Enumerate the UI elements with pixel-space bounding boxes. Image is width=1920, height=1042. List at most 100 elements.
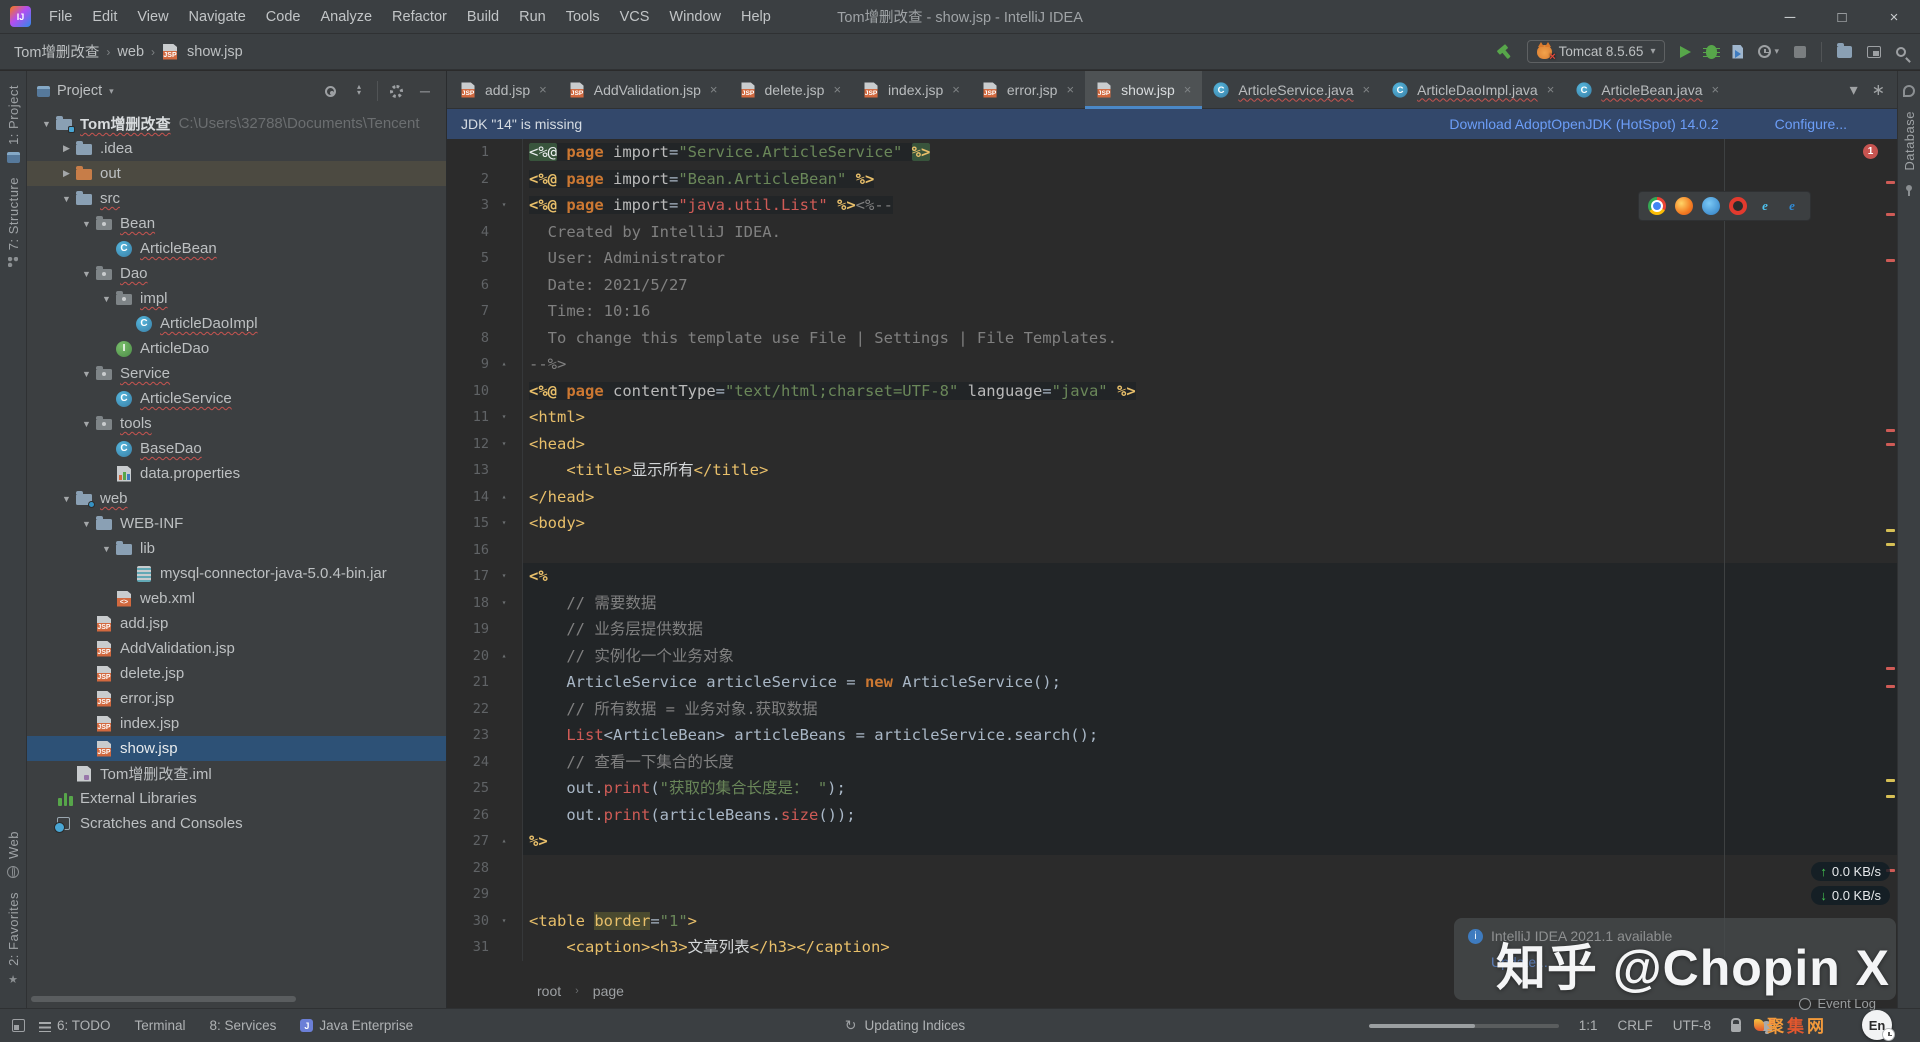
chevron-down-icon[interactable]: ▾ [1850, 80, 1858, 100]
sidebar-item-database[interactable]: Database [1902, 111, 1917, 171]
run-with-coverage-button[interactable] [1732, 45, 1743, 59]
status-item-8-services[interactable]: 8: Services [210, 1018, 277, 1033]
run-button[interactable] [1680, 46, 1691, 58]
close-icon[interactable]: × [952, 82, 960, 97]
horizontal-scrollbar[interactable] [31, 996, 296, 1002]
tree-item-index-jsp[interactable]: JSPindex.jsp [27, 711, 446, 736]
fold-marker-icon[interactable]: ▾ [489, 404, 519, 431]
tree-item-scratches-and-consoles[interactable]: Scratches and Consoles [27, 811, 446, 836]
tree-item-bean[interactable]: ▼Bean [27, 211, 446, 236]
safari-browser-icon[interactable] [1702, 197, 1720, 215]
fold-marker-icon[interactable]: ▴ [489, 643, 519, 670]
menu-build[interactable]: Build [457, 9, 509, 25]
restore-layout-button[interactable] [1867, 46, 1881, 58]
status-item-terminal[interactable]: Terminal [135, 1018, 186, 1033]
error-stripe[interactable] [1882, 139, 1897, 974]
menu-navigate[interactable]: Navigate [179, 9, 256, 25]
breadcrumb-item-tom[interactable]: Tom增删改查 [14, 41, 99, 62]
fold-marker-icon[interactable]: ▴ [489, 484, 519, 511]
sidebar-item-1-project[interactable]: 1: Project [0, 85, 26, 163]
tab-error-jsp[interactable]: JSPerror.jsp× [971, 71, 1085, 108]
tree-item-articlebean[interactable]: CArticleBean [27, 236, 446, 261]
tree-item-web-inf[interactable]: ▼WEB-INF [27, 511, 446, 536]
pin-icon[interactable] [1906, 185, 1912, 191]
menu-code[interactable]: Code [256, 9, 311, 25]
fold-marker-icon[interactable]: ▴ [489, 828, 519, 855]
recent-files-icon[interactable]: ∗ [1872, 80, 1885, 100]
close-button[interactable]: × [1868, 0, 1920, 34]
chevron-expanded-icon[interactable]: ▼ [97, 294, 116, 304]
close-icon[interactable]: × [1066, 82, 1074, 97]
tab-articleservice-java[interactable]: CArticleService.java× [1202, 71, 1381, 108]
tree-item-show-jsp[interactable]: JSPshow.jsp [27, 736, 446, 761]
tree-item-basedao[interactable]: CBaseDao [27, 436, 446, 461]
fold-marker-icon[interactable]: ▾ [489, 563, 519, 590]
fold-marker-icon[interactable]: ▾ [489, 431, 519, 458]
chevron-expanded-icon[interactable]: ▼ [57, 194, 76, 204]
tab-articlebean-java[interactable]: CArticleBean.java× [1565, 71, 1730, 108]
debug-button[interactable] [1706, 45, 1717, 59]
chevron-expanded-icon[interactable]: ▼ [77, 219, 96, 229]
gear-icon[interactable] [390, 85, 403, 98]
error-count-badge[interactable]: 1 [1863, 144, 1878, 159]
chevron-expanded-icon[interactable]: ▼ [77, 369, 96, 379]
maximize-button[interactable]: □ [1816, 0, 1868, 34]
toolwindow-switcher-icon[interactable] [12, 1019, 25, 1032]
close-icon[interactable]: × [1711, 82, 1719, 97]
tree-item-external-libraries[interactable]: External Libraries [27, 786, 446, 811]
tree-item-service[interactable]: ▼Service [27, 361, 446, 386]
tree-item-idea[interactable]: ▶.idea [27, 136, 446, 161]
tree-item-dao[interactable]: ▼Dao [27, 261, 446, 286]
tree-item-articleservice[interactable]: CArticleService [27, 386, 446, 411]
breadcrumb-item-web[interactable]: web [117, 44, 144, 60]
code-editor[interactable]: 1<%@ page import="Service.ArticleService… [447, 139, 1897, 974]
collapse-all-button[interactable]: ▴▾ [353, 84, 365, 98]
tree-item-impl[interactable]: ▼impl [27, 286, 446, 311]
tree-item-mysql-connector-java-5-0-4-bin-jar[interactable]: mysql-connector-java-5.0.4-bin.jar [27, 561, 446, 586]
sidebar-item-2-favorites[interactable]: 2: Favorites★ [0, 892, 26, 986]
menu-view[interactable]: View [127, 9, 178, 25]
chevron-expanded-icon[interactable]: ▼ [77, 419, 96, 429]
chevron-expanded-icon[interactable]: ▼ [37, 119, 56, 129]
chevron-down-icon[interactable]: ▾ [1774, 46, 1779, 57]
edge-browser-icon[interactable]: e [1783, 197, 1801, 215]
tree-item-articledao[interactable]: IArticleDao [27, 336, 446, 361]
sidebar-item-7-structure[interactable]: 7: Structure [0, 177, 26, 267]
hide-panel-button[interactable]: ─ [420, 84, 430, 98]
chevron-down-icon[interactable]: ▾ [109, 86, 114, 97]
tab-add-jsp[interactable]: JSPadd.jsp× [449, 71, 558, 108]
close-icon[interactable]: × [1184, 82, 1192, 97]
project-panel-title[interactable]: Project [57, 83, 102, 99]
fold-marker-icon[interactable]: ▾ [489, 590, 519, 617]
status-item-6-todo[interactable]: 6: TODO [39, 1018, 111, 1033]
download-jdk-link[interactable]: Download AdoptOpenJDK (HotSpot) 14.0.2 [1449, 116, 1718, 132]
tab-articledaoimpl-java[interactable]: CArticleDaoImpl.java× [1381, 71, 1565, 108]
breadcrumb-item-page[interactable]: page [593, 983, 624, 999]
tree-item-src[interactable]: ▼src [27, 186, 446, 211]
tab-delete-jsp[interactable]: JSPdelete.jsp× [729, 71, 853, 108]
locate-file-button[interactable] [325, 86, 336, 97]
menu-file[interactable]: File [39, 9, 82, 25]
chevron-expanded-icon[interactable]: ▼ [77, 519, 96, 529]
tree-item-error-jsp[interactable]: JSPerror.jsp [27, 686, 446, 711]
menu-analyze[interactable]: Analyze [310, 9, 382, 25]
run-configuration-select[interactable]: × Tomcat 8.5.65 ▾ [1527, 40, 1666, 63]
opera-browser-icon[interactable] [1729, 197, 1747, 215]
menu-help[interactable]: Help [731, 9, 781, 25]
tab-index-jsp[interactable]: JSPindex.jsp× [852, 71, 971, 108]
tree-item-out[interactable]: ▶out [27, 161, 446, 186]
build-hammer-icon[interactable] [1496, 44, 1512, 60]
breadcrumb-item-root[interactable]: root [537, 983, 561, 999]
menu-vcs[interactable]: VCS [610, 9, 660, 25]
chevron-expanded-icon[interactable]: ▼ [77, 269, 96, 279]
tree-item-delete-jsp[interactable]: JSPdelete.jsp [27, 661, 446, 686]
menu-edit[interactable]: Edit [82, 9, 127, 25]
tree-item-articledaoimpl[interactable]: CArticleDaoImpl [27, 311, 446, 336]
fold-marker-icon[interactable]: ▾ [489, 192, 519, 219]
tree-item-tom[interactable]: ▼Tom增删改查C:\Users\32788\Documents\Tencent [27, 111, 446, 136]
wrench-icon[interactable] [1903, 85, 1915, 97]
close-icon[interactable]: × [1547, 82, 1555, 97]
lock-icon[interactable] [1731, 1024, 1741, 1032]
close-icon[interactable]: × [1363, 82, 1371, 97]
sidebar-item-web[interactable]: Web [0, 831, 26, 878]
